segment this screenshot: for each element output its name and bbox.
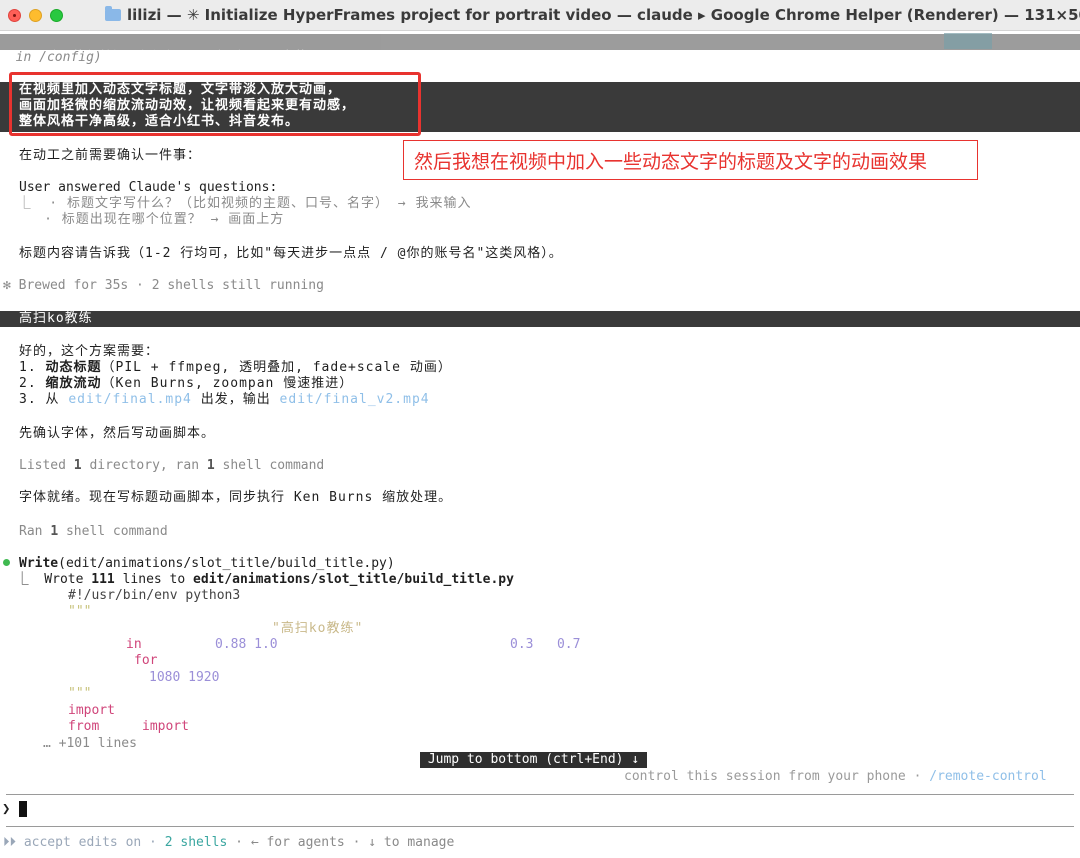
ran-line: Ran 1 shell command — [19, 524, 168, 540]
source-file-link[interactable]: edit/final.mp4 — [68, 392, 192, 407]
listed-b: directory, ran — [81, 458, 207, 473]
plan-1-rest: （PIL + ffmpeg, 透明叠加, fade+scale 动画） — [101, 360, 452, 375]
scroll-thumb[interactable] — [944, 33, 992, 49]
output-file-link[interactable]: edit/final_v2.mp4 — [280, 392, 430, 407]
code-kw-import: import — [68, 703, 115, 718]
code-num-2: 0.3 0.7 — [510, 637, 581, 652]
remote-a: control this session from your phone · — [624, 769, 930, 784]
plan-3-b: 出发，输出 — [191, 392, 280, 407]
code-kw-for: for — [134, 653, 158, 668]
code-docstring-open: """ — [68, 604, 92, 619]
plan-intro: 好的，这个方案需要： — [19, 344, 160, 359]
check-font-line: 先确认字体，然后写动画脚本。 — [19, 426, 216, 441]
listed-n2: 1 — [206, 458, 215, 473]
plan-item-2: 2. 缩放流动（Ken Burns, zoompan 慢速推进） — [19, 376, 353, 392]
shells-badge[interactable]: 2 shells — [165, 835, 228, 850]
write-tool-line: Write(edit/animations/slot_title/build_t… — [19, 556, 395, 572]
annotation-callout: 然后我想在视频中加入一些动态文字的标题及文字的动画效果 — [403, 140, 978, 180]
minimize-window-icon[interactable] — [29, 8, 42, 22]
input-top-divider — [6, 794, 1074, 795]
remote-control-hint: control this session from your phone · /… — [624, 769, 1047, 785]
plan-1-bold: 动态标题 — [45, 360, 102, 375]
user-reply-bar — [0, 311, 1080, 327]
folder-icon — [105, 6, 121, 21]
plan-1-num: 1. — [19, 360, 46, 375]
prompt-chevron-icon: ❯ — [2, 801, 11, 817]
window-title: lilizi — ✳ Initialize HyperFrames projec… — [105, 6, 1080, 24]
user-reply-text: 高扫ko教练 — [19, 311, 93, 326]
code-title-string: "高扫ko教练" — [272, 621, 364, 636]
plan-2-rest: （Ken Burns, zoompan 慢速推进） — [101, 376, 354, 391]
jump-to-bottom-button[interactable]: Jump to bottom (ctrl+End) ↓ — [420, 752, 647, 768]
status-a: ⏵⏵ accept edits on · — [3, 835, 165, 850]
close-window-icon[interactable] — [8, 8, 21, 22]
listed-c: shell command — [214, 458, 325, 473]
code-docstring-close: """ — [68, 686, 92, 701]
tool-success-dot-icon — [3, 559, 10, 566]
window-controls — [8, 8, 63, 22]
window-titlebar: lilizi — ✳ Initialize HyperFrames projec… — [0, 0, 1080, 31]
terminal-output[interactable]: ) 这运执行剪辑调色优化脚可，暂时不画加字幕 in /config) 在视频里加… — [0, 30, 1080, 858]
plan-item-1: 1. 动态标题（PIL + ffmpeg, 透明叠加, fade+scale 动… — [19, 360, 452, 376]
code-kw-in: in — [126, 637, 142, 652]
zoom-window-icon[interactable] — [50, 8, 63, 22]
code-more-lines[interactable]: … +101 lines — [43, 736, 137, 752]
answered-line: User answered Claude's questions: — [19, 180, 278, 195]
write-tool-name: Write — [19, 556, 59, 571]
ran-n: 1 — [50, 524, 59, 539]
listed-n1: 1 — [73, 458, 82, 473]
text-cursor[interactable] — [19, 801, 27, 817]
plan-2-num: 2. — [19, 376, 46, 391]
confirm-line: 在动工之前需要确认一件事： — [19, 148, 202, 163]
code-kw-from: from — [68, 719, 100, 734]
status-c: · ← for agents · ↓ to manage — [227, 835, 455, 850]
ran-b: shell command — [58, 524, 168, 539]
remote-control-link[interactable]: /remote-control — [929, 769, 1046, 784]
wrote-path: edit/animations/slot_title/build_title.p… — [193, 572, 514, 587]
wrote-b: lines to — [114, 572, 194, 587]
listed-line: Listed 1 directory, ran 1 shell command — [19, 458, 324, 474]
ask-line: 标题内容请告诉我（1-2 行均可，比如"每天进步一点点 / @你的账号名"这类风… — [19, 246, 563, 261]
wrote-line: ⎿ Wrote 111 lines to edit/animations/slo… — [0, 572, 514, 588]
question-2: · 标题出现在哪个位置？ → 画面上方 — [0, 212, 285, 227]
code-num-1: 0.88 1.0 — [215, 637, 278, 652]
code-kw-import-2: import — [142, 719, 189, 734]
code-num-3: 1080 1920 — [149, 670, 220, 685]
config-line: in /config) — [0, 50, 102, 65]
ran-a: Ran — [19, 524, 51, 539]
font-ready-line: 字体就绪。现在写标题动画脚本，同步执行 Ken Burns 缩放处理。 — [19, 490, 453, 505]
input-bottom-divider — [6, 826, 1074, 827]
faded-history-line: ) 这运执行剪辑调色优化脚可，暂时不画加字幕 — [0, 34, 1080, 65]
wrote-a: ⎿ Wrote — [0, 572, 92, 587]
question-1: ⎿ · 标题文字写什么？（比如视频的主题、口号、名字） → 我来输入 — [0, 196, 472, 211]
plan-item-3: 3. 从 edit/final.mp4 出发，输出 edit/final_v2.… — [19, 392, 430, 408]
wrote-n: 111 — [91, 572, 115, 587]
brewed-status: ✻ Brewed for 35s · 2 shells still runnin… — [3, 278, 324, 293]
listed-a: Listed — [19, 458, 74, 473]
annotation-text: 然后我想在视频中加入一些动态文字的标题及文字的动画效果 — [414, 150, 928, 173]
window-title-text: lilizi — ✳ Initialize HyperFrames projec… — [127, 6, 1080, 24]
write-tool-args: (edit/animations/slot_title/build_title.… — [58, 556, 395, 571]
highlight-box — [9, 72, 421, 136]
plan-2-bold: 缩放流动 — [45, 376, 102, 391]
status-line: ⏵⏵ accept edits on · 2 shells · ← for ag… — [3, 835, 454, 851]
code-shebang: #!/usr/bin/env python3 — [68, 588, 241, 603]
plan-3-a: 3. 从 — [19, 392, 69, 407]
